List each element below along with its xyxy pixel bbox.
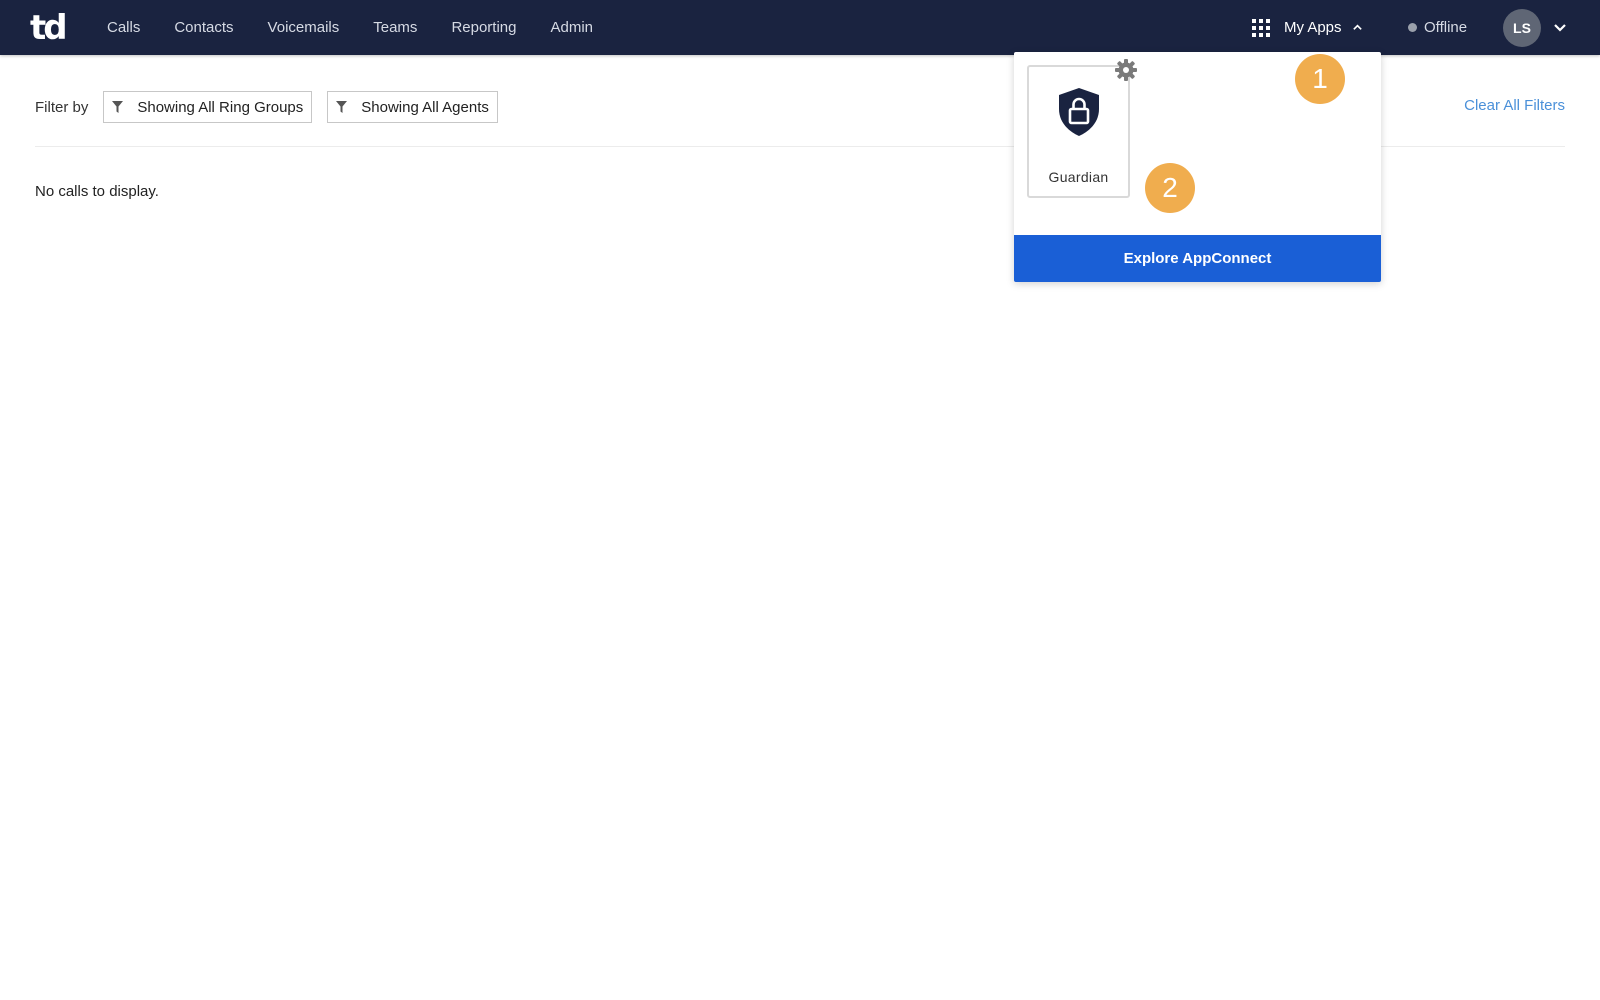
- app-name: Guardian: [1048, 169, 1109, 185]
- callout-badge-1: 1: [1295, 54, 1345, 104]
- shield-lock-icon: [1059, 88, 1099, 136]
- nav-item-admin[interactable]: Admin: [533, 19, 610, 36]
- user-menu[interactable]: LS: [1503, 9, 1567, 47]
- app-logo[interactable]: td: [30, 10, 68, 46]
- presence-status[interactable]: Offline: [1408, 0, 1467, 55]
- explore-appconnect-button[interactable]: Explore AppConnect: [1014, 235, 1381, 282]
- nav-item-calls[interactable]: Calls: [90, 19, 157, 36]
- callout-badge-2: 2: [1145, 163, 1195, 213]
- chevron-up-icon: [1352, 24, 1362, 30]
- nav-item-reporting[interactable]: Reporting: [434, 19, 533, 36]
- gear-icon[interactable]: [1114, 58, 1138, 82]
- empty-state-message: No calls to display.: [35, 183, 159, 200]
- nav-item-contacts[interactable]: Contacts: [157, 19, 250, 36]
- my-apps-label: My Apps: [1284, 19, 1342, 36]
- status-label: Offline: [1424, 19, 1468, 36]
- agents-filter[interactable]: Showing All Agents: [327, 91, 498, 123]
- nav-item-voicemails[interactable]: Voicemails: [251, 19, 357, 36]
- chevron-down-icon: [1554, 24, 1566, 32]
- nav-item-teams[interactable]: Teams: [356, 19, 434, 36]
- avatar[interactable]: LS: [1503, 9, 1541, 47]
- top-navigation-bar: td Calls Contacts Voicemails Teams Repor…: [0, 0, 1600, 55]
- clear-all-filters-link[interactable]: Clear All Filters: [1464, 97, 1565, 114]
- my-apps-button[interactable]: My Apps: [1252, 0, 1363, 55]
- filter-by-label: Filter by: [35, 98, 89, 116]
- agents-filter-label: Showing All Agents: [361, 98, 489, 116]
- filter-icon: [336, 101, 348, 113]
- app-grid-icon: [1252, 18, 1270, 37]
- ring-groups-filter-label: Showing All Ring Groups: [137, 98, 304, 116]
- filter-icon: [112, 101, 124, 113]
- app-tile-guardian[interactable]: Guardian: [1027, 65, 1130, 198]
- main-nav: Calls Contacts Voicemails Teams Reportin…: [90, 0, 610, 55]
- status-dot-icon: [1408, 23, 1417, 32]
- ring-groups-filter[interactable]: Showing All Ring Groups: [103, 91, 313, 123]
